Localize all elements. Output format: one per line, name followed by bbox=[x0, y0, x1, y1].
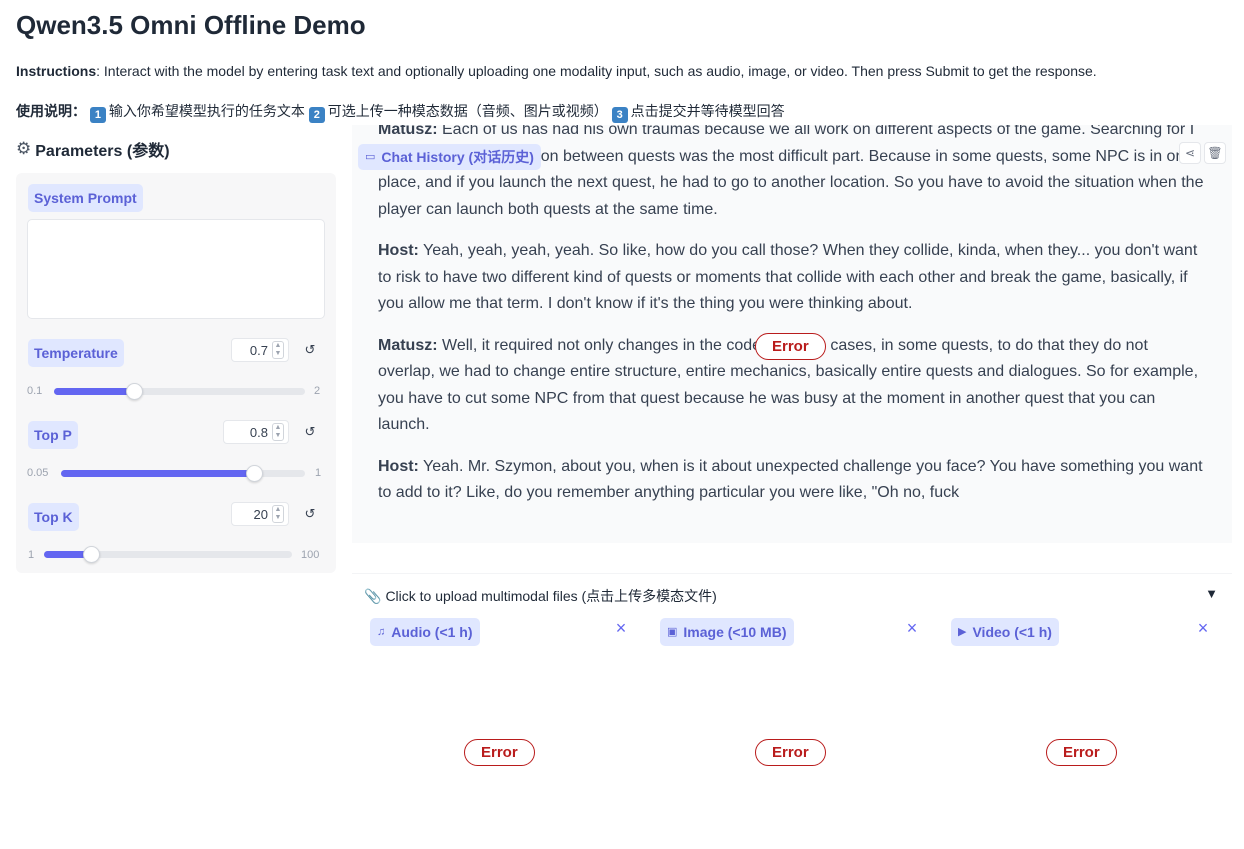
top-p-reset-icon[interactable]: ↺ bbox=[297, 420, 323, 444]
speaker-name: Matusz: bbox=[378, 336, 438, 354]
step-2-badge: 2 bbox=[308, 107, 325, 123]
instructions-en: Instructions: Interact with the model by… bbox=[16, 63, 1097, 79]
top-k-label: Top K bbox=[28, 503, 79, 531]
top-k-value: 20 bbox=[253, 506, 268, 522]
chat-message: Host: Yeah. Mr. Szymon, about you, when … bbox=[378, 454, 1208, 507]
video-error-badge: Error bbox=[1046, 739, 1117, 766]
image-icon: ▣ bbox=[667, 626, 678, 638]
chat-history[interactable]: Matusz: Each of us has had his own traum… bbox=[352, 125, 1232, 543]
upload-section: 📎 Click to upload multimodal files (点击上传… bbox=[352, 573, 1232, 849]
message-text: Each of us has had his own traumas becau… bbox=[378, 125, 1204, 218]
audio-label-text: Audio (<1 h) bbox=[391, 624, 473, 640]
instructions-label: Instructions bbox=[16, 63, 97, 79]
chat-bubble-icon: ▭ bbox=[365, 151, 376, 163]
spinner-icon[interactable]: ▲ ▼ bbox=[272, 341, 284, 359]
speaker-name: Host: bbox=[378, 242, 419, 259]
message-text: Yeah, yeah, yeah, yeah. So like, how do … bbox=[378, 242, 1198, 312]
temperature-label: Temperature bbox=[28, 339, 124, 367]
message-text: Yeah. Mr. Szymon, about you, when is it … bbox=[378, 457, 1203, 502]
system-prompt-label: System Prompt bbox=[28, 184, 143, 212]
chevron-down-icon[interactable]: ▼ bbox=[1205, 586, 1218, 601]
image-upload-label: ▣ Image (<10 MB) bbox=[660, 618, 794, 646]
temperature-reset-icon[interactable]: ↺ bbox=[297, 338, 323, 362]
temperature-max: 2 bbox=[314, 385, 321, 397]
step-3-text: 点击提交并等待模型回答 bbox=[630, 103, 785, 119]
image-close-icon[interactable]: × bbox=[902, 618, 922, 639]
temperature-slider-fill bbox=[54, 388, 135, 395]
video-label-text: Video (<1 h) bbox=[972, 624, 1052, 640]
top-k-min: 1 bbox=[28, 549, 35, 561]
chat-messages: Matusz: Each of us has had his own traum… bbox=[378, 125, 1208, 522]
chat-error-badge: Error bbox=[755, 333, 826, 360]
image-label-text: Image (<10 MB) bbox=[683, 624, 787, 640]
chat-message: Host: Yeah, yeah, yeah, yeah. So like, h… bbox=[378, 238, 1208, 318]
step-1-text: 输入你希望模型执行的任务文本 bbox=[108, 103, 305, 119]
parameters-title: Parameters (参数) bbox=[35, 143, 170, 160]
top-p-value: 0.8 bbox=[249, 424, 268, 440]
temperature-value: 0.7 bbox=[249, 342, 268, 358]
page-title: Qwen3.5 Omni Offline Demo bbox=[16, 10, 366, 40]
top-k-reset-icon[interactable]: ↺ bbox=[297, 502, 323, 526]
top-p-slider-thumb[interactable] bbox=[245, 465, 263, 482]
instructions-text: : Interact with the model by entering ta… bbox=[96, 63, 1097, 79]
video-upload-label: ▶ Video (<1 h) bbox=[951, 618, 1059, 646]
temperature-number-input[interactable]: 0.7 ▲ ▼ bbox=[231, 338, 289, 362]
top-p-slider[interactable] bbox=[61, 465, 305, 482]
top-k-slider-thumb[interactable] bbox=[83, 546, 101, 563]
spinner-icon[interactable]: ▲ ▼ bbox=[272, 505, 284, 523]
temperature-slider-thumb[interactable] bbox=[126, 383, 144, 400]
top-p-slider-fill bbox=[61, 470, 254, 477]
spinner-icon[interactable]: ▲ ▼ bbox=[272, 423, 284, 441]
speaker-name: Host: bbox=[378, 457, 419, 475]
share-icon[interactable]: ⋖ bbox=[1179, 142, 1201, 164]
top-k-max: 100 bbox=[301, 549, 320, 561]
top-k-number-input[interactable]: 20 ▲ ▼ bbox=[231, 502, 289, 526]
step-3-badge: 3 bbox=[611, 107, 628, 123]
music-note-icon: ♫ bbox=[377, 626, 386, 638]
top-p-number-input[interactable]: 0.8 ▲ ▼ bbox=[223, 420, 289, 444]
upload-header-text: Click to upload multimodal files (点击上传多模… bbox=[385, 588, 717, 604]
chat-history-label-text: Chat History (对话历史) bbox=[381, 149, 534, 165]
chat-history-label: ▭ Chat History (对话历史) bbox=[358, 144, 541, 170]
divider bbox=[352, 543, 1232, 573]
step-1-badge: 1 bbox=[89, 107, 106, 123]
instructions-zh-label: 使用说明： bbox=[16, 103, 86, 119]
parameters-panel: System Prompt Temperature 0.7 ▲ ▼ ↺ 0.1 2… bbox=[16, 173, 336, 573]
top-p-max: 1 bbox=[315, 467, 322, 479]
audio-close-icon[interactable]: × bbox=[611, 618, 631, 639]
instructions-zh: 使用说明： 1 输入你希望模型执行的任务文本 2 可选上传一种模态数据（音频、图片或… bbox=[16, 101, 785, 123]
paperclip-icon: 📎 bbox=[364, 587, 382, 604]
speaker-name: Matusz: bbox=[378, 125, 438, 138]
audio-error-badge: Error bbox=[464, 739, 535, 766]
video-camera-icon: ▶ bbox=[958, 626, 967, 638]
video-close-icon[interactable]: × bbox=[1193, 618, 1213, 639]
chat-message: Matusz: Each of us has had his own traum… bbox=[378, 125, 1208, 223]
gear-icon: ⚙ bbox=[16, 139, 32, 158]
top-k-slider[interactable] bbox=[44, 546, 292, 563]
temperature-min: 0.1 bbox=[27, 385, 43, 397]
trash-icon[interactable]: 🗑 bbox=[1204, 142, 1226, 164]
system-prompt-input[interactable] bbox=[27, 219, 325, 319]
top-p-label: Top P bbox=[28, 421, 78, 449]
parameters-header: ⚙ Parameters (参数) bbox=[16, 137, 170, 161]
upload-accordion-toggle[interactable]: 📎 Click to upload multimodal files (点击上传… bbox=[364, 586, 717, 606]
step-2-text: 可选上传一种模态数据（音频、图片或视频） bbox=[327, 103, 608, 119]
audio-upload-label: ♫ Audio (<1 h) bbox=[370, 618, 480, 646]
top-p-min: 0.05 bbox=[27, 467, 49, 479]
image-error-badge: Error bbox=[755, 739, 826, 766]
temperature-slider[interactable] bbox=[54, 383, 305, 400]
